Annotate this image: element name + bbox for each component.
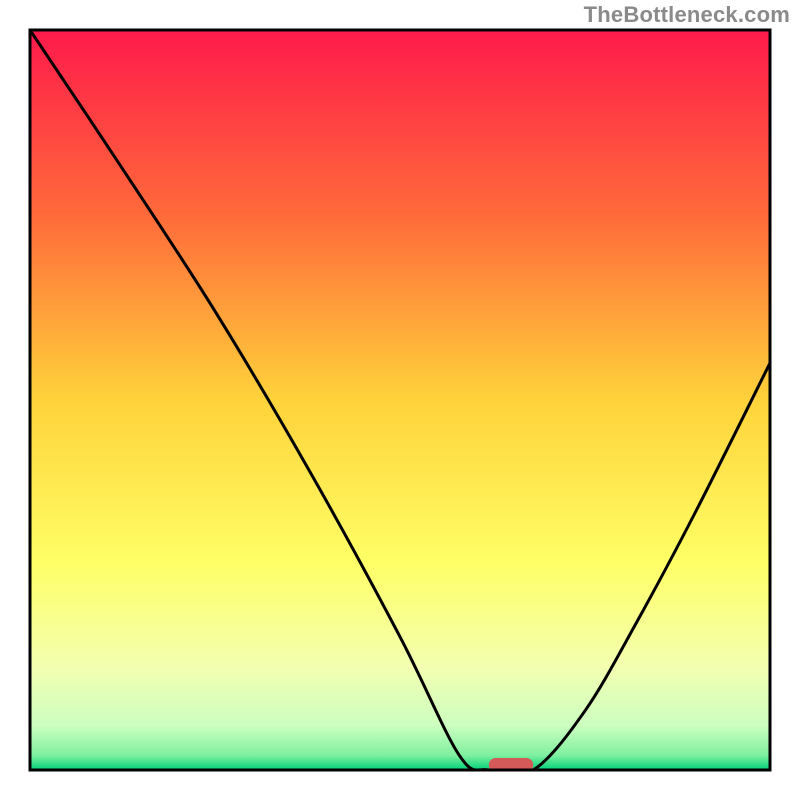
heat-gradient-background — [30, 30, 770, 770]
bottleneck-chart — [0, 0, 800, 800]
chart-container: TheBottleneck.com — [0, 0, 800, 800]
